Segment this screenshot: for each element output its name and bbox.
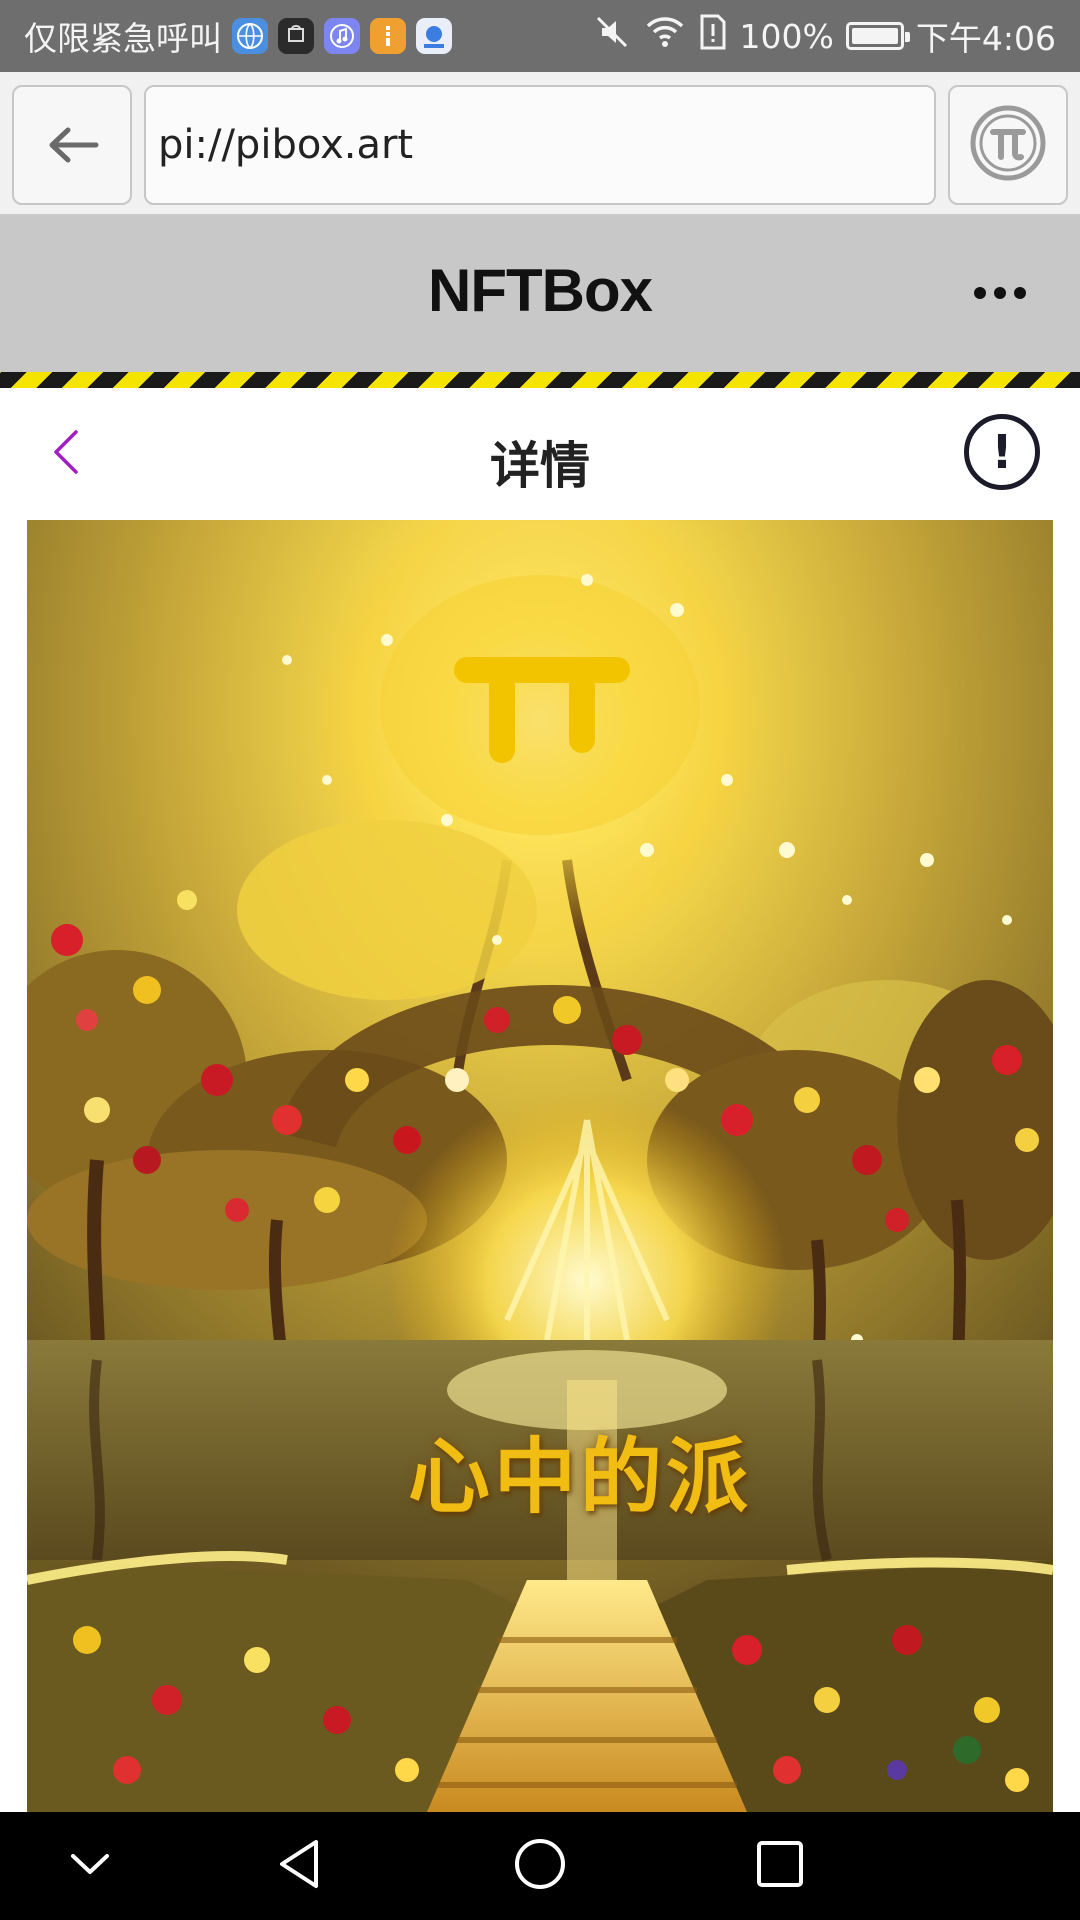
globe-app-icon <box>232 18 268 54</box>
page-title: 详情 <box>490 437 590 495</box>
home-circle-icon <box>512 1836 568 1896</box>
status-bar: 仅限紧急呼叫 100% 下午4:06 <box>0 0 1080 72</box>
status-left: 仅限紧急呼叫 <box>24 12 452 60</box>
browser-toolbar: pi://pibox.art <box>0 72 1080 216</box>
system-home-button[interactable] <box>510 1836 570 1896</box>
more-dot <box>1014 287 1026 299</box>
system-recents-button[interactable] <box>750 1836 810 1896</box>
files-app-icon <box>370 18 406 54</box>
hazard-stripe-divider <box>0 372 1080 388</box>
nft-artwork-image[interactable]: 心中的派 <box>27 520 1053 1812</box>
url-text: pi://pibox.art <box>158 122 414 168</box>
system-back-button[interactable] <box>270 1836 330 1896</box>
battery-percent: 100% <box>739 16 834 56</box>
more-dot <box>994 287 1006 299</box>
status-right: 100% 下午4:06 <box>592 12 1056 60</box>
app-title: NFTBox <box>428 257 653 324</box>
huawei-app-icon <box>278 18 314 54</box>
url-address-field[interactable]: pi://pibox.art <box>144 85 936 205</box>
carrier-text: 仅限紧急呼叫 <box>24 19 222 58</box>
sim-alert-icon <box>698 12 728 60</box>
artwork-caption: 心中的派 <box>407 1430 752 1525</box>
artwork-illustration <box>27 520 1053 1812</box>
browser-back-button[interactable] <box>12 85 132 205</box>
detail-page-header: 详情 ! <box>0 388 1080 520</box>
system-nav-bar <box>0 1812 1080 1920</box>
collapse-icon <box>65 1844 115 1888</box>
more-options-button[interactable] <box>960 268 1040 318</box>
collapse-button[interactable] <box>60 1836 120 1896</box>
pi-app-icon <box>416 18 452 54</box>
back-triangle-icon <box>272 1836 328 1896</box>
wifi-icon <box>644 12 686 60</box>
pi-coin-icon <box>968 103 1048 187</box>
app-header: NFTBox <box>0 216 1080 372</box>
music-app-icon <box>324 18 360 54</box>
recents-square-icon <box>752 1836 808 1896</box>
arrow-left-icon <box>44 110 100 180</box>
pi-wallet-button[interactable] <box>948 85 1068 205</box>
more-dots-icon <box>974 287 986 299</box>
mute-icon <box>592 12 632 60</box>
battery-icon <box>845 22 910 50</box>
status-time: 下午4:06 <box>915 19 1056 58</box>
info-exclamation-icon[interactable]: ! <box>964 414 1040 490</box>
